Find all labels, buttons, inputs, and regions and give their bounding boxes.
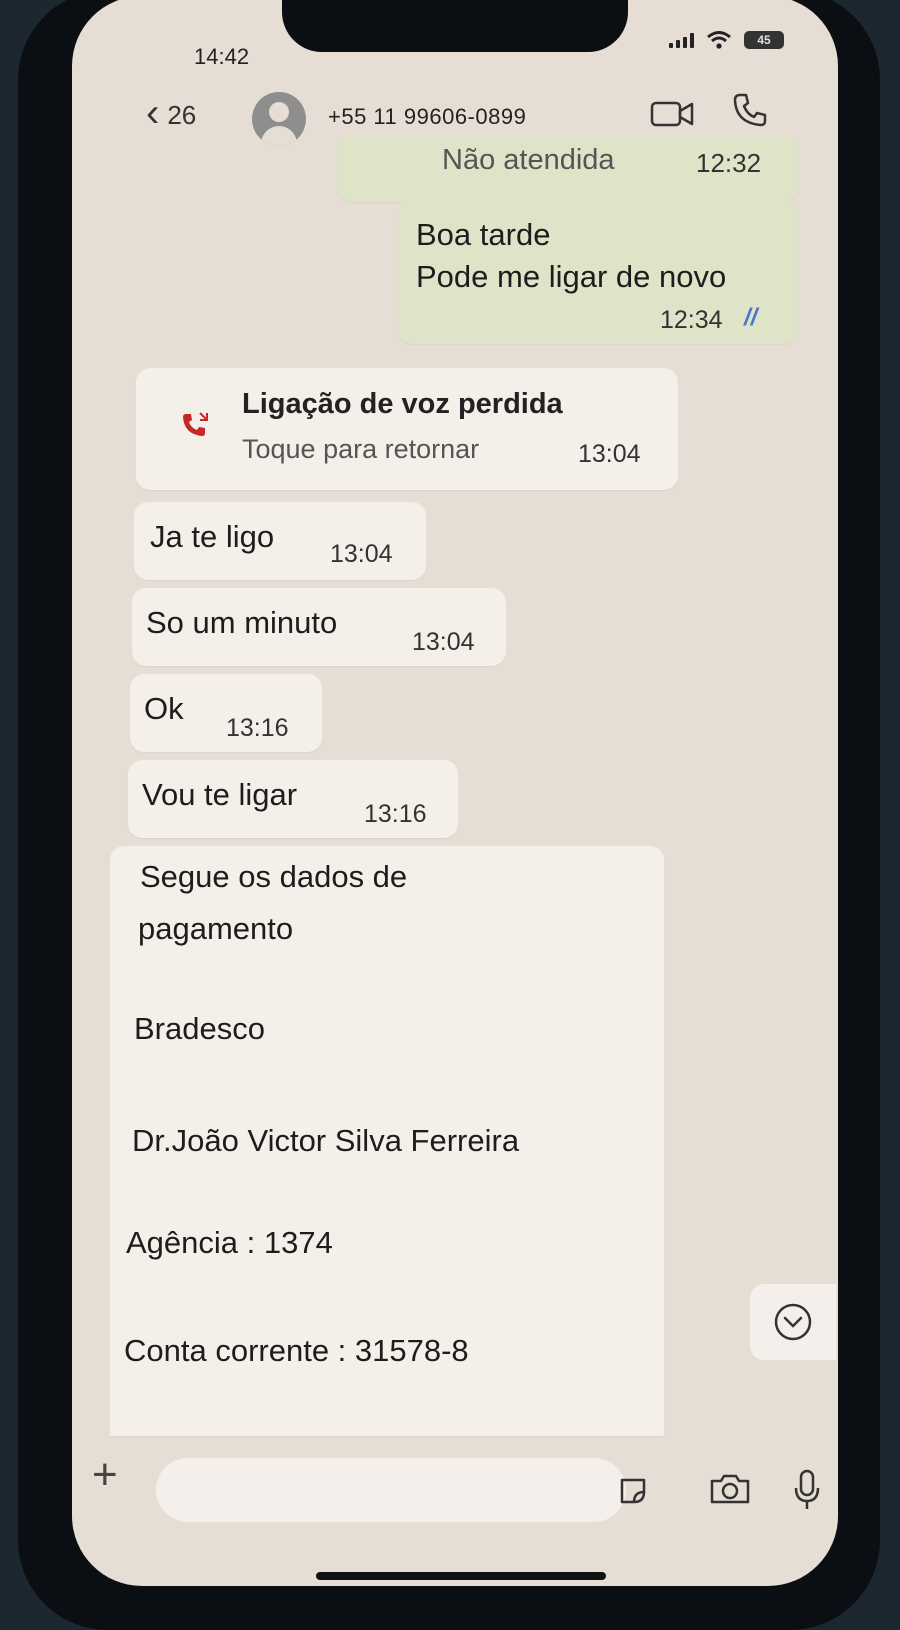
compose-bar: +: [72, 1426, 838, 1576]
microphone-icon[interactable]: [792, 1468, 822, 1512]
wifi-icon: [707, 31, 731, 49]
bank-name: Bradesco: [134, 1011, 265, 1046]
message-time: 13:04: [412, 628, 475, 656]
missed-voice-call-bubble[interactable]: Ligação de voz perdida Toque para retorn…: [136, 368, 678, 490]
message-time: 13:16: [364, 800, 427, 828]
video-call-icon[interactable]: [650, 98, 696, 130]
read-receipt-icon: //: [744, 304, 758, 331]
message-text: pagamento: [138, 911, 294, 946]
status-icons: 45: [669, 30, 784, 50]
phone-icon[interactable]: [732, 92, 768, 128]
account-holder: Dr.João Victor Silva Ferreira: [132, 1123, 520, 1158]
message-time: 12:34: [660, 306, 723, 334]
home-indicator[interactable]: [316, 1572, 606, 1580]
status-time: 14:42: [194, 44, 250, 69]
chat-screen: 14:42 45 ‹ 26 +55 11 99606-0899 Não aten…: [72, 0, 838, 1586]
message-text: Vou te ligar: [142, 777, 298, 812]
message-time: 13:04: [330, 540, 393, 568]
plus-icon[interactable]: +: [92, 1450, 118, 1500]
incoming-payment-message[interactable]: Segue os dados de pagamento Bradesco Dr.…: [110, 846, 664, 1436]
incoming-message[interactable]: Ja te ligo 13:04: [134, 502, 426, 580]
message-text: Ok: [144, 691, 184, 726]
account-number: Conta corrente : 31578-8: [124, 1333, 469, 1368]
camera-notch: [282, 0, 628, 52]
message-text: Segue os dados de: [140, 859, 408, 894]
chevron-left-icon: ‹: [146, 90, 160, 135]
phone-frame: 14:42 45 ‹ 26 +55 11 99606-0899 Não aten…: [18, 0, 880, 1630]
agency-number: Agência : 1374: [126, 1225, 333, 1260]
camera-icon[interactable]: [708, 1472, 752, 1506]
missed-call-icon: [183, 412, 208, 436]
message-input[interactable]: [156, 1458, 626, 1522]
incoming-message[interactable]: Vou te ligar 13:16: [128, 760, 458, 838]
incoming-message[interactable]: So um minuto 13:04: [132, 588, 506, 666]
incoming-message[interactable]: Ok 13:16: [130, 674, 322, 752]
message-time: 12:32: [696, 148, 762, 178]
missed-call-outgoing-bubble[interactable]: Não atendida 12:32: [338, 136, 798, 202]
missed-call-subtitle: Toque para retornar: [242, 434, 480, 464]
message-list[interactable]: Não atendida 12:32 Boa tarde Pode me lig…: [72, 136, 838, 1446]
battery-icon: 45: [744, 31, 784, 49]
contact-avatar[interactable]: [252, 92, 306, 146]
message-text: Ja te ligo: [150, 519, 275, 554]
message-time: 13:16: [226, 714, 289, 742]
chevron-down-icon: [774, 1303, 812, 1341]
scroll-to-bottom-button[interactable]: [750, 1284, 836, 1360]
back-button[interactable]: ‹ 26: [146, 90, 197, 135]
message-text: Pode me ligar de novo: [416, 259, 727, 294]
missed-call-title: Ligação de voz perdida: [242, 388, 563, 420]
call-status-text: Não atendida: [442, 144, 615, 176]
unread-count: 26: [167, 100, 197, 130]
contact-name[interactable]: +55 11 99606-0899: [328, 104, 526, 130]
message-text: So um minuto: [146, 605, 338, 640]
message-time: 13:04: [578, 440, 641, 468]
outgoing-message[interactable]: Boa tarde Pode me ligar de novo 12:34 //: [398, 198, 798, 344]
signal-icon: [669, 32, 694, 48]
sticker-icon[interactable]: [618, 1476, 648, 1506]
message-text: Boa tarde: [416, 217, 551, 252]
